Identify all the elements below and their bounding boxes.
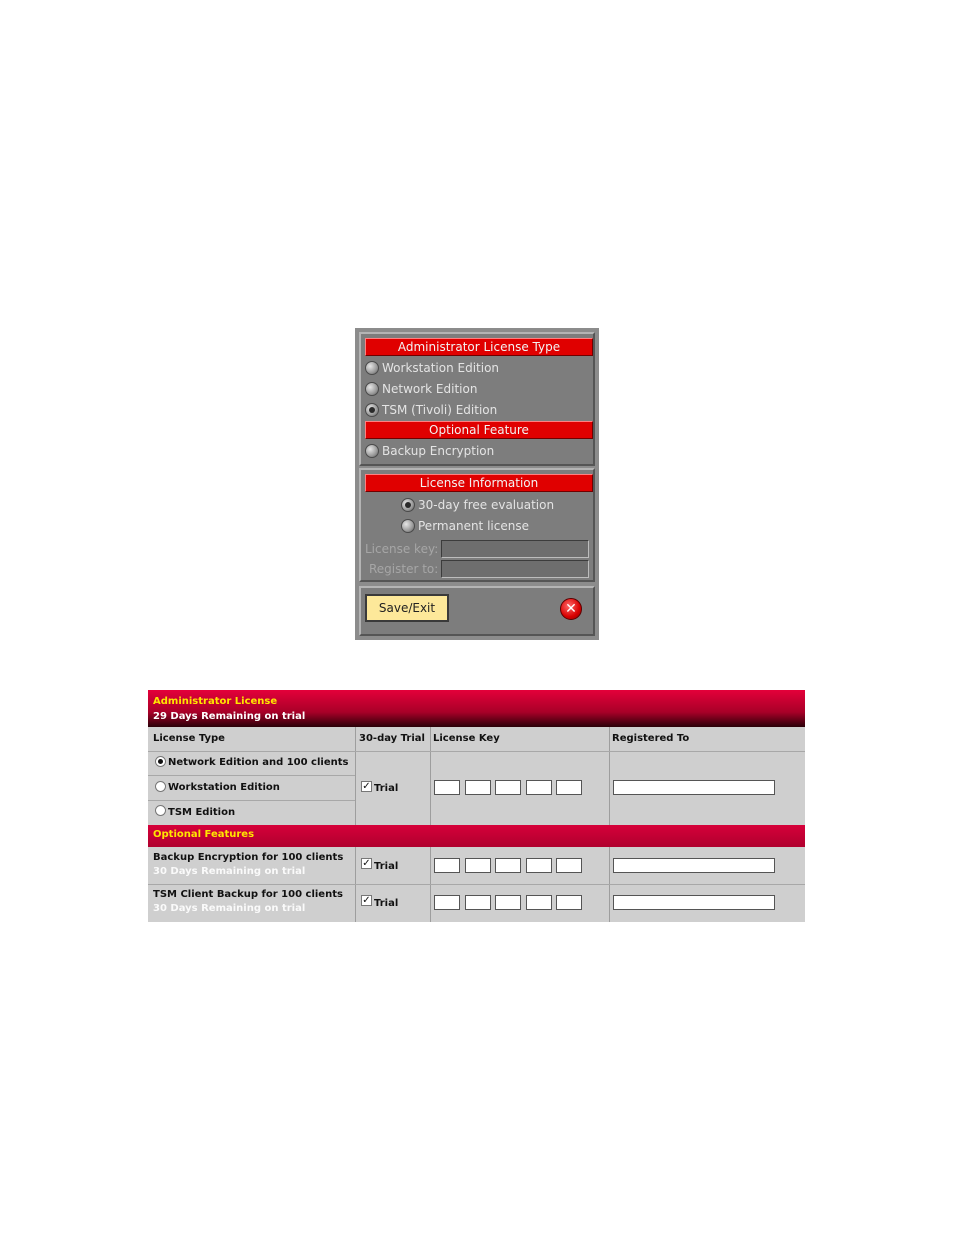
radio-network-edition-100[interactable] <box>155 756 166 767</box>
radio-workstation-edition-row[interactable] <box>155 781 166 792</box>
col-divider <box>430 727 431 825</box>
license-type-group: Administrator License Type Workstation E… <box>359 332 595 466</box>
license-key-segment[interactable] <box>526 780 552 795</box>
license-key-segment[interactable] <box>465 895 491 910</box>
trial-label: Trial <box>374 898 399 909</box>
radio-permanent-license[interactable]: Permanent license <box>401 516 529 536</box>
radio-network-edition[interactable]: Network Edition <box>365 379 477 399</box>
feature-name: TSM Client Backup for 100 clients <box>153 889 343 900</box>
trial-label: Trial <box>374 783 399 794</box>
radio-icon <box>365 443 379 458</box>
row-divider <box>148 751 805 752</box>
col-license-type: License Type <box>153 733 225 744</box>
save-exit-button[interactable]: Save/Exit <box>365 594 449 622</box>
license-information-header: License Information <box>365 474 593 492</box>
radio-selected-icon <box>401 497 415 512</box>
col-divider <box>609 727 610 825</box>
license-key-segment[interactable] <box>495 780 521 795</box>
registered-to-input[interactable] <box>613 780 775 795</box>
license-key-segment[interactable] <box>495 858 521 873</box>
license-type-network: Network Edition and 100 clients <box>168 757 349 768</box>
radio-workstation-edition[interactable]: Workstation Edition <box>365 358 499 378</box>
col-30-day-trial: 30-day Trial <box>359 733 425 744</box>
col-license-key: License Key <box>433 733 500 744</box>
feature-remaining: 30 Days Remaining on trial <box>153 903 306 914</box>
optional-feature-header: Optional Feature <box>365 421 593 439</box>
row-divider <box>148 884 805 885</box>
register-to-input[interactable] <box>441 560 589 578</box>
license-key-segment[interactable] <box>495 895 521 910</box>
optional-features-header: Optional Features <box>148 825 805 847</box>
feature-remaining: 30 Days Remaining on trial <box>153 866 306 877</box>
panel-header: Administrator License 29 Days Remaining … <box>148 690 805 727</box>
feature-name: Backup Encryption for 100 clients <box>153 852 344 863</box>
license-key-segment[interactable] <box>434 780 460 795</box>
admin-license-type-header: Administrator License Type <box>365 338 593 356</box>
row-divider <box>148 800 355 801</box>
radio-30-day-evaluation[interactable]: 30-day free evaluation <box>401 495 554 515</box>
license-type-tsm: TSM Edition <box>168 807 236 818</box>
license-key-segment[interactable] <box>434 858 460 873</box>
license-key-segment[interactable] <box>526 895 552 910</box>
optional-features-title: Optional Features <box>153 829 255 840</box>
license-key-segment[interactable] <box>434 895 460 910</box>
license-key-segment[interactable] <box>556 895 582 910</box>
trial-label: Trial <box>374 861 399 872</box>
radio-tsm-edition[interactable]: TSM (Tivoli) Edition <box>365 400 497 420</box>
license-type-workstation: Workstation Edition <box>168 782 280 793</box>
trial-checkbox-feature-1[interactable]: ✓ <box>361 858 372 869</box>
trial-checkbox-feature-2[interactable]: ✓ <box>361 895 372 906</box>
col-registered-to: Registered To <box>612 733 690 744</box>
registered-to-input[interactable] <box>613 858 775 873</box>
radio-selected-icon <box>365 402 379 417</box>
license-key-segment[interactable] <box>526 858 552 873</box>
admin-license-panel: Administrator License 29 Days Remaining … <box>148 690 805 922</box>
col-divider <box>355 727 356 825</box>
license-key-segment[interactable] <box>465 780 491 795</box>
radio-tsm-edition-row[interactable] <box>155 805 166 816</box>
license-key-label: License key: <box>365 542 439 556</box>
license-key-segment[interactable] <box>556 780 582 795</box>
radio-icon <box>365 360 379 375</box>
radio-backup-encryption[interactable]: Backup Encryption <box>365 441 494 461</box>
license-key-input[interactable] <box>441 540 589 558</box>
register-to-label: Register to: <box>369 562 439 576</box>
license-key-segment[interactable] <box>556 858 582 873</box>
license-info-group: License Information 30-day free evaluati… <box>359 468 595 582</box>
radio-icon <box>365 381 379 396</box>
registered-to-input[interactable] <box>613 895 775 910</box>
license-dialog: Administrator License Type Workstation E… <box>355 328 599 640</box>
trial-checkbox-main[interactable]: ✓ <box>361 781 372 792</box>
panel-title: Administrator License <box>153 696 278 707</box>
radio-icon <box>401 518 415 533</box>
license-key-segment[interactable] <box>465 858 491 873</box>
row-divider <box>148 775 355 776</box>
close-circle-icon[interactable]: ✕ <box>560 598 582 620</box>
panel-remaining: 29 Days Remaining on trial <box>153 711 306 722</box>
